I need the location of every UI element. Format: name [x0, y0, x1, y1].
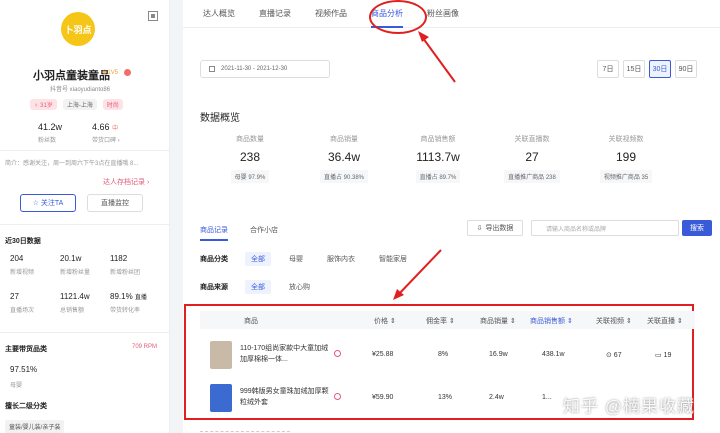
category-share-label: 母婴	[10, 383, 23, 389]
download-icon: ⇩	[476, 225, 483, 232]
product-price: ¥59.90	[372, 394, 394, 401]
douyin-id: 抖音号 xiaoyudianto86	[50, 87, 111, 93]
layout-divider	[170, 0, 183, 433]
verified-icon	[124, 69, 131, 76]
col-price[interactable]: 价格 ⇕	[374, 316, 396, 326]
shop-icon	[334, 350, 341, 357]
subtab-product-records[interactable]: 商品记录	[200, 225, 228, 241]
product-live[interactable]: ▭ 19	[655, 351, 671, 359]
filter-cat-apparel[interactable]: 服饰内衣	[321, 252, 361, 266]
export-button[interactable]: ⇩ 导出数据	[467, 220, 523, 236]
top-tabs: 达人概览 直播记录 视频作品 商品分析 粉丝画像	[183, 0, 720, 28]
col-live[interactable]: 关联直播 ⇕	[647, 316, 683, 326]
product-name[interactable]: 999韩版男女童珠加绒加厚颗粒绒外套	[240, 386, 330, 408]
tab-overview[interactable]: 达人概览	[203, 0, 235, 28]
location-tag: 上海-上海	[62, 99, 97, 110]
shop-icon	[334, 393, 341, 400]
tab-live-records[interactable]: 直播记录	[259, 0, 291, 28]
arrow-head-tab	[418, 31, 429, 42]
product-sales: 16.9w	[489, 351, 508, 358]
day-option-30[interactable]: 30日	[649, 60, 671, 78]
calendar-icon	[209, 66, 215, 72]
age-tag: ♀ 31岁	[30, 99, 57, 110]
metric-product-count: 商品数量 238 母婴 97.9%	[203, 134, 297, 184]
day-range-options: 7日 15日 30日 90日	[597, 60, 697, 78]
arrow-head-table	[393, 289, 404, 300]
metric-revenue: 商品销售额 1113.7w 直播占 89.7%	[415, 136, 461, 183]
filter-src-fangxingou[interactable]: 放心购	[283, 280, 316, 294]
avatar: 卜羽点	[61, 12, 95, 46]
filter-cat-smart-home[interactable]: 智能家居	[373, 252, 413, 266]
fans-stat: 41.2w 粉丝数	[38, 122, 63, 144]
product-name[interactable]: 110-170组尚家款中大童加绒加厚棉棉一体...	[240, 343, 330, 365]
product-commission: 13%	[438, 394, 453, 401]
product-sales: 2.4w	[489, 394, 504, 401]
search-button[interactable]: 搜索	[682, 220, 712, 236]
table-header: 商品 价格 ⇕ 佣金率 ⇕ 商品销量 ⇕ 商品销售额 ⇕ 关联视频 ⇕ 关联直播…	[200, 311, 695, 329]
filter-src-all[interactable]: 全部	[245, 280, 271, 294]
product-commission: 8%	[438, 351, 449, 358]
overview-title: 数据概览	[200, 113, 240, 124]
live-monitor-button[interactable]: 直播监控	[87, 194, 143, 212]
main-panel: 达人概览 直播记录 视频作品 商品分析 粉丝画像 2021-11-30 - 20…	[183, 0, 720, 433]
day-option-7[interactable]: 7日	[597, 60, 619, 78]
col-commission[interactable]: 佣金率 ⇕	[426, 316, 455, 326]
main-category-title: 主要带货品类	[5, 346, 47, 353]
metric-live-count: 关联直播数 27 直播推广商品 238	[485, 134, 579, 184]
product-price: ¥25.88	[372, 351, 394, 358]
product-thumbnail	[210, 384, 232, 412]
next-row-placeholder	[200, 422, 290, 432]
tab-videos[interactable]: 视频作品	[315, 0, 347, 28]
filter-source: 商品来源 全部 放心购	[200, 280, 316, 294]
recent-row-1: 204 新增视频 20.1w 新增粉丝量 1182 新增粉丝团	[10, 254, 141, 276]
product-videos[interactable]: ⊙ 67	[606, 351, 622, 359]
table-row[interactable]: 110-170组尚家款中大童加绒加厚棉棉一体... ¥25.88 8% 16.9…	[200, 335, 695, 375]
search-input[interactable]: 请输入商品名称或品牌	[531, 220, 679, 236]
filter-category: 商品分类 全部 母婴 服饰内衣 智能家居	[200, 252, 413, 266]
bio-text: 简介：感谢关注，周一到周六下午3点在直播哦 8...	[5, 161, 139, 167]
tab-fan-profile[interactable]: 粉丝画像	[427, 0, 459, 28]
overview-metrics: 商品数量 238 母婴 97.9% 商品销量 36.4w 直播占 90.38% 商品销售…	[203, 134, 673, 184]
filter-cat-baby[interactable]: 母婴	[283, 252, 309, 266]
date-range-picker[interactable]: 2021-11-30 - 2021-12-30	[200, 60, 330, 78]
level-badge: ♛1V5	[102, 70, 119, 76]
product-revenue: 1...	[542, 394, 552, 401]
sub-category-title: 擅长二级分类	[5, 403, 47, 410]
profile-tags: ♀ 31岁 上海-上海 时尚	[30, 99, 123, 110]
col-videos[interactable]: 关联视频 ⇕	[596, 316, 632, 326]
watermark: 知乎 @楠果收藏	[563, 397, 695, 416]
influencer-name: 小羽点童装童品	[33, 70, 110, 82]
recent-data-title: 近30日数据	[5, 238, 41, 245]
profile-stats: 41.2w 粉丝数 4.66 中 带货口碑 ›	[38, 122, 120, 144]
product-revenue: 438.1w	[542, 351, 565, 358]
qr-code-icon[interactable]	[148, 11, 158, 21]
sub-tabs: 商品记录 合作小店	[200, 225, 278, 241]
day-option-15[interactable]: 15日	[623, 60, 645, 78]
day-option-90[interactable]: 90日	[675, 60, 697, 78]
category-tag: 时尚	[102, 99, 123, 110]
reputation-stat[interactable]: 4.66 中 带货口碑 ›	[92, 122, 120, 144]
subtab-partner-shops[interactable]: 合作小店	[250, 225, 278, 241]
recent-row-2: 27 直播场次 1121.4w 总销售额 89.1% 直播 带货转化率	[10, 292, 147, 314]
filter-cat-all[interactable]: 全部	[245, 252, 271, 266]
highlight-circle	[369, 0, 427, 34]
product-thumbnail	[210, 341, 232, 369]
follow-button[interactable]: ☆ 关注TA	[20, 194, 76, 212]
archive-link[interactable]: 达人存档记录 ›	[103, 177, 149, 187]
profile-sidebar: 卜羽点 小羽点童装童品 ♛1V5 抖音号 xiaoyudianto86 ♀ 31…	[0, 0, 170, 433]
metric-product-sales: 商品销量 36.4w 直播占 90.38%	[297, 134, 391, 184]
col-revenue[interactable]: 商品销售额 ⇕	[530, 316, 573, 326]
col-product: 商品	[244, 318, 258, 325]
metric-video-count: 关联视频数 199 视频推广商品 35	[579, 134, 673, 184]
category-share: 97.51%	[10, 365, 38, 374]
rpm-value: 709 RPM	[132, 344, 158, 350]
sub-category-tag[interactable]: 童装/婴儿装/亲子装	[5, 420, 65, 433]
col-sales[interactable]: 商品销量 ⇕	[480, 316, 516, 326]
arrow-to-tab	[419, 33, 456, 83]
